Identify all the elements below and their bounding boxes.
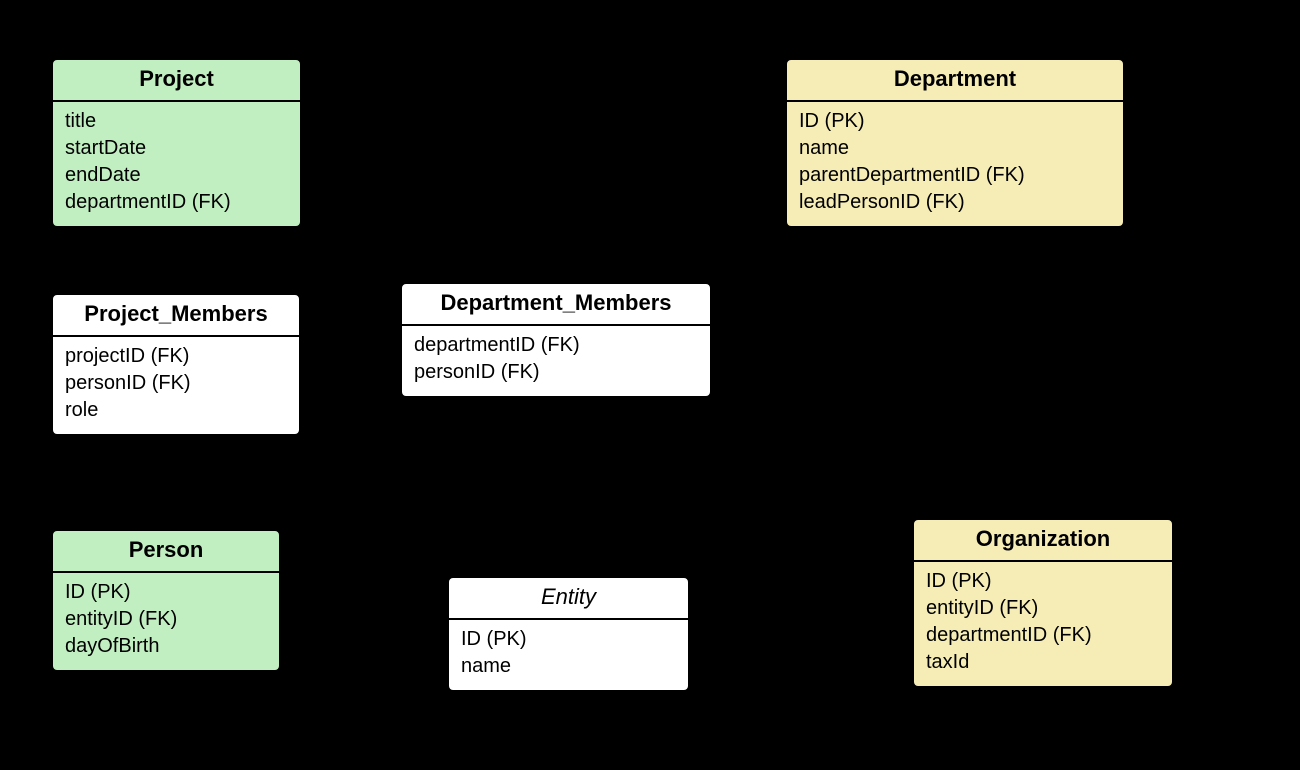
- entity-department-attrs: ID (PK) name parentDepartmentID (FK) lea…: [787, 102, 1123, 226]
- entity-organization: Organization ID (PK) entityID (FK) depar…: [912, 518, 1174, 688]
- attr: ID (PK): [461, 626, 676, 653]
- entity-department: Department ID (PK) name parentDepartment…: [785, 58, 1125, 228]
- attr: name: [461, 653, 676, 680]
- attr: projectID (FK): [65, 343, 287, 370]
- entity-entity: Entity ID (PK) name: [447, 576, 690, 692]
- attr: departmentID (FK): [65, 189, 288, 216]
- attr: entityID (FK): [65, 606, 267, 633]
- er-diagram-canvas: Project title startDate endDate departme…: [0, 0, 1300, 770]
- entity-person-attrs: ID (PK) entityID (FK) dayOfBirth: [53, 573, 279, 670]
- attr: personID (FK): [65, 370, 287, 397]
- entity-project-attrs: title startDate endDate departmentID (FK…: [53, 102, 300, 226]
- attr: leadPersonID (FK): [799, 189, 1111, 216]
- entity-entity-title: Entity: [449, 578, 688, 620]
- attr: ID (PK): [65, 579, 267, 606]
- attr: parentDepartmentID (FK): [799, 162, 1111, 189]
- attr: departmentID (FK): [414, 332, 698, 359]
- entity-project-title: Project: [53, 60, 300, 102]
- entity-organization-attrs: ID (PK) entityID (FK) departmentID (FK) …: [914, 562, 1172, 686]
- attr: ID (PK): [926, 568, 1160, 595]
- attr: entityID (FK): [926, 595, 1160, 622]
- attr: departmentID (FK): [926, 622, 1160, 649]
- entity-entity-attrs: ID (PK) name: [449, 620, 688, 690]
- entity-person: Person ID (PK) entityID (FK) dayOfBirth: [51, 529, 281, 672]
- entity-project-members-title: Project_Members: [53, 295, 299, 337]
- entity-project-members-attrs: projectID (FK) personID (FK) role: [53, 337, 299, 434]
- attr: dayOfBirth: [65, 633, 267, 660]
- entity-project: Project title startDate endDate departme…: [51, 58, 302, 228]
- entity-department-members-attrs: departmentID (FK) personID (FK): [402, 326, 710, 396]
- attr: name: [799, 135, 1111, 162]
- entity-organization-title: Organization: [914, 520, 1172, 562]
- attr: startDate: [65, 135, 288, 162]
- entity-department-title: Department: [787, 60, 1123, 102]
- entity-project-members: Project_Members projectID (FK) personID …: [51, 293, 301, 436]
- entity-department-members: Department_Members departmentID (FK) per…: [400, 282, 712, 398]
- entity-person-title: Person: [53, 531, 279, 573]
- attr: taxId: [926, 649, 1160, 676]
- attr: role: [65, 397, 287, 424]
- attr: endDate: [65, 162, 288, 189]
- attr: ID (PK): [799, 108, 1111, 135]
- attr: personID (FK): [414, 359, 698, 386]
- attr: title: [65, 108, 288, 135]
- entity-department-members-title: Department_Members: [402, 284, 710, 326]
